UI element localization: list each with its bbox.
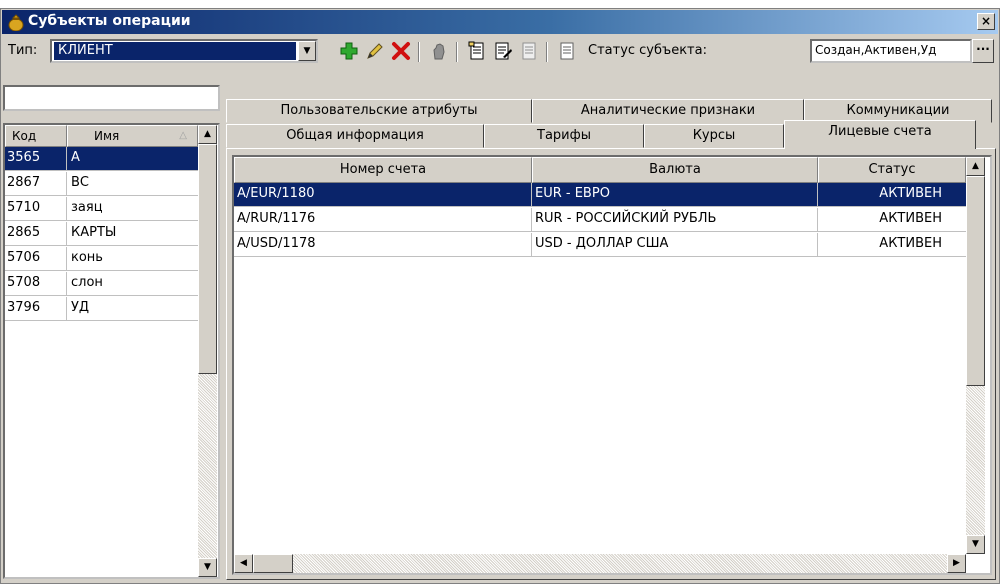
- table-row[interactable]: A/RUR/1176 RUR - РОССИЙСКИЙ РУБЛЬ АКТИВЕ…: [234, 208, 966, 232]
- title-bar[interactable]: Субъекты операции ×: [2, 10, 998, 34]
- list-item[interactable]: 5708 слон: [5, 272, 198, 296]
- cell-status: АКТИВЕН: [879, 236, 942, 251]
- cell-currency: EUR - ЕВРО: [535, 186, 610, 201]
- scroll-up-icon[interactable]: ▲: [198, 125, 217, 144]
- type-label: Тип:: [8, 43, 38, 58]
- list-item[interactable]: 5710 заяц: [5, 197, 198, 221]
- list-item[interactable]: 2867 ВС: [5, 172, 198, 196]
- list-item-code: 2865: [7, 225, 41, 240]
- list-item-name: конь: [71, 250, 103, 265]
- list-item-code: 5710: [7, 200, 41, 215]
- window-title: Субъекты операции: [28, 13, 191, 29]
- cell-account-number: A/USD/1178: [237, 236, 316, 251]
- cell-account-number: A/EUR/1180: [237, 186, 315, 201]
- cell-currency: RUR - РОССИЙСКИЙ РУБЛЬ: [535, 211, 717, 226]
- cell-divider: [817, 208, 818, 231]
- chevron-down-icon[interactable]: ▼: [298, 41, 316, 61]
- status-label: Статус субъекта:: [588, 43, 707, 58]
- scroll-thumb[interactable]: [966, 176, 985, 386]
- accounts-grid: Номер счета Валюта Статус A/EUR/1180 EUR…: [232, 155, 992, 575]
- toolbar-separator: [456, 42, 458, 62]
- cell-divider: [66, 247, 67, 270]
- cell-divider: [66, 222, 67, 245]
- cell-divider: [531, 233, 532, 256]
- tab-user-attributes[interactable]: Пользовательские атрибуты: [226, 99, 532, 123]
- scroll-thumb[interactable]: [198, 144, 217, 374]
- delete-icon[interactable]: [390, 40, 412, 62]
- toolbar-separator: [418, 42, 420, 62]
- scroll-down-icon[interactable]: ▼: [966, 535, 985, 554]
- cell-divider: [66, 297, 67, 320]
- table-row[interactable]: A/USD/1178 USD - ДОЛЛАР США АКТИВЕН: [234, 233, 966, 257]
- column-header-name[interactable]: Имя △: [67, 125, 198, 147]
- list-item[interactable]: 3796 УД: [5, 297, 198, 321]
- list-item-name: А: [71, 150, 80, 165]
- tab-rates[interactable]: Курсы: [644, 124, 784, 148]
- cell-status: АКТИВЕН: [879, 211, 942, 226]
- subjects-list: Код Имя △ 3565 А 2867 ВС 5710 заяц 2865 …: [3, 123, 220, 579]
- add-icon[interactable]: [338, 40, 360, 62]
- scroll-thumb[interactable]: [253, 554, 293, 573]
- money-bag-icon: [8, 14, 24, 31]
- close-button[interactable]: ×: [977, 13, 995, 30]
- cell-divider: [66, 272, 67, 295]
- list-item-name: ВС: [71, 175, 89, 190]
- tab-tariffs[interactable]: Тарифы: [484, 124, 644, 148]
- tab-analytic-features[interactable]: Аналитические признаки: [532, 99, 804, 123]
- toolbar-separator: [546, 42, 548, 62]
- column-header-account-number[interactable]: Номер счета: [234, 157, 532, 183]
- cell-divider: [817, 233, 818, 256]
- scroll-down-icon[interactable]: ▼: [198, 558, 217, 577]
- cell-account-number: A/RUR/1176: [237, 211, 316, 226]
- grid-horizontal-scrollbar[interactable]: ◀ ▶: [234, 554, 966, 573]
- grid-vertical-scrollbar[interactable]: ▲ ▼: [966, 157, 985, 554]
- status-field[interactable]: Создан,Активен,Уд: [810, 39, 972, 63]
- cell-divider: [66, 197, 67, 220]
- doc-list-icon[interactable]: [556, 40, 578, 62]
- status-picker-button[interactable]: ···: [972, 39, 994, 63]
- hand-icon[interactable]: [428, 40, 450, 62]
- doc-edit-icon[interactable]: [492, 40, 514, 62]
- cell-divider: [531, 208, 532, 231]
- list-item-name: КАРТЫ: [71, 225, 117, 240]
- left-search-input[interactable]: [3, 85, 220, 111]
- list-item-code: 2867: [7, 175, 41, 190]
- cell-status: АКТИВЕН: [879, 186, 942, 201]
- column-header-status[interactable]: Статус: [818, 157, 966, 183]
- list-item-code: 3796: [7, 300, 41, 315]
- list-item-code: 5708: [7, 275, 41, 290]
- cell-divider: [66, 172, 67, 195]
- column-header-currency[interactable]: Валюта: [532, 157, 818, 183]
- scroll-right-icon[interactable]: ▶: [947, 554, 966, 573]
- list-item-name: слон: [71, 275, 103, 290]
- list-item[interactable]: 3565 А: [5, 147, 198, 171]
- doc-icon[interactable]: [466, 40, 488, 62]
- cell-divider: [66, 147, 67, 170]
- list-item[interactable]: 5706 конь: [5, 247, 198, 271]
- column-header-code[interactable]: Код: [5, 125, 67, 147]
- list-item-name: УД: [71, 300, 90, 315]
- table-row[interactable]: A/EUR/1180 EUR - ЕВРО АКТИВЕН: [234, 183, 966, 207]
- list-item-code: 3565: [7, 150, 41, 165]
- column-header-name-label: Имя: [94, 129, 120, 143]
- list-item-code: 5706: [7, 250, 41, 265]
- cell-divider: [531, 183, 532, 206]
- scroll-left-icon[interactable]: ◀: [234, 554, 253, 573]
- cell-currency: USD - ДОЛЛАР США: [535, 236, 669, 251]
- tab-general-info[interactable]: Общая информация: [226, 124, 484, 148]
- scroll-up-icon[interactable]: ▲: [966, 157, 985, 176]
- tab-accounts[interactable]: Лицевые счета: [784, 120, 976, 149]
- left-vertical-scrollbar[interactable]: ▲ ▼: [198, 125, 217, 577]
- edit-icon[interactable]: [364, 40, 386, 62]
- sort-asc-icon: △: [179, 130, 187, 141]
- cell-divider: [817, 183, 818, 206]
- type-select-value: КЛИЕНТ: [54, 42, 296, 60]
- doc-disabled-icon[interactable]: [518, 40, 540, 62]
- type-select[interactable]: КЛИЕНТ ▼: [50, 39, 318, 63]
- list-item-name: заяц: [71, 200, 103, 215]
- list-item[interactable]: 2865 КАРТЫ: [5, 222, 198, 246]
- toolbar: Тип: КЛИЕНТ ▼ Статус субъекта: Создан,Ак…: [2, 36, 998, 66]
